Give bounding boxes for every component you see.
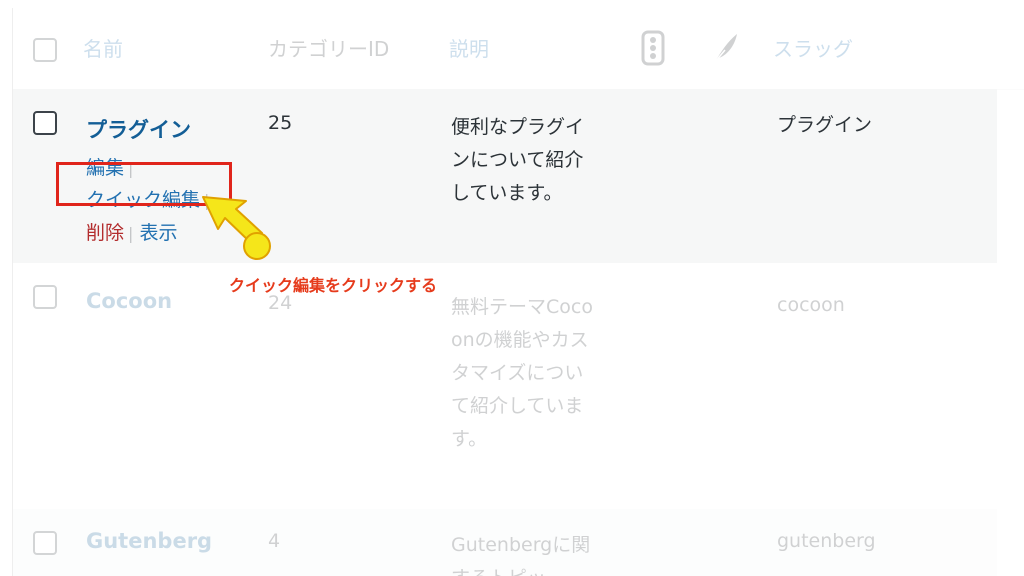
- categories-table: 名前 カテゴリーID 説明 スラッグ プラグイン 25 便利なプラグインについて…: [12, 8, 1024, 576]
- category-slug: cocoon: [777, 294, 845, 316]
- column-category-id[interactable]: カテゴリーID: [268, 36, 389, 62]
- column-name[interactable]: 名前: [83, 36, 123, 62]
- category-description: 便利なプラグインについて紹介しています。: [451, 116, 585, 204]
- row-checkbox[interactable]: [33, 531, 57, 555]
- feather-icon: [711, 30, 741, 66]
- column-slug[interactable]: スラッグ: [773, 36, 853, 62]
- row-checkbox[interactable]: [33, 111, 57, 135]
- category-id: 25: [268, 112, 293, 134]
- category-description: Gutenbergに関するトピッ: [451, 534, 591, 576]
- category-slug: gutenberg: [777, 530, 876, 552]
- annotation-label: クイック編集をクリックする: [229, 276, 438, 295]
- category-id: 4: [268, 530, 281, 552]
- column-description[interactable]: 説明: [449, 36, 489, 62]
- category-name-link[interactable]: Gutenberg: [86, 529, 212, 553]
- category-description: 無料テーマCocoonの機能やカスタマイズについて紹介しています。: [451, 296, 593, 450]
- table-row: Gutenberg 4 Gutenbergに関するトピッ gutenberg: [13, 509, 997, 576]
- category-name-link[interactable]: プラグイン: [86, 114, 191, 144]
- traffic-light-icon: [641, 30, 665, 66]
- row-actions-delete-view: 削除 | 表示: [86, 222, 178, 244]
- quick-edit-highlight-box: [56, 162, 232, 206]
- category-name-link[interactable]: Cocoon: [86, 289, 172, 313]
- table-row: Cocoon 24 無料テーマCocoonの機能やカスタマイズについて紹介してい…: [13, 263, 997, 509]
- delete-link[interactable]: 削除: [86, 222, 124, 244]
- table-header: 名前 カテゴリーID 説明 スラッグ: [13, 8, 1024, 90]
- category-slug: プラグイン: [777, 114, 873, 136]
- view-link[interactable]: 表示: [139, 222, 177, 244]
- row-checkbox[interactable]: [33, 285, 57, 309]
- select-all-checkbox[interactable]: [33, 38, 57, 62]
